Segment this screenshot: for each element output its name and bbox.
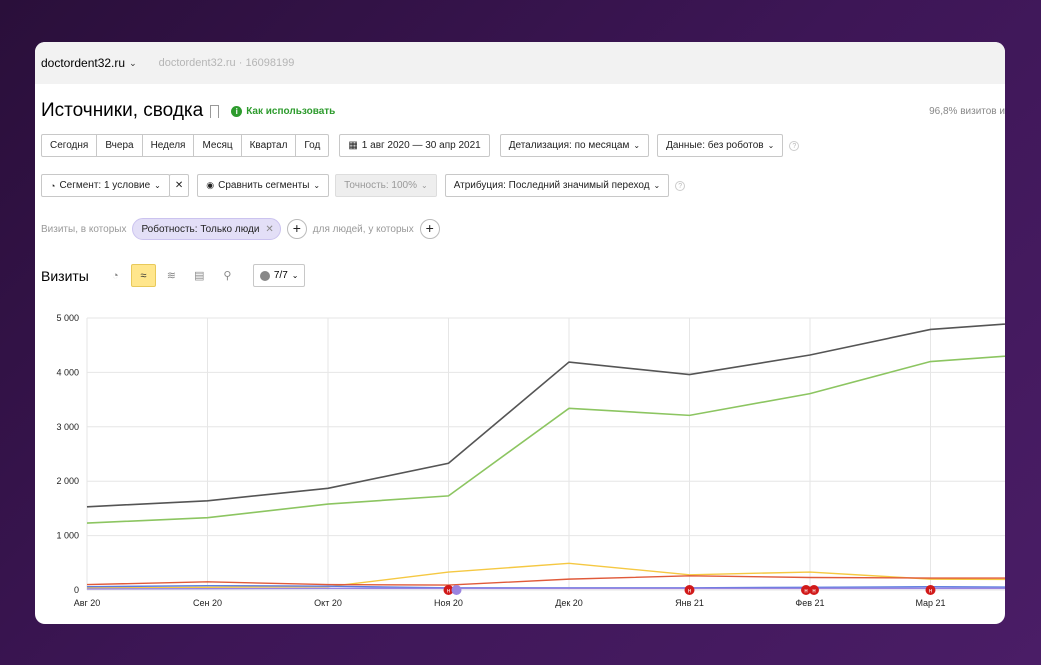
accuracy-dropdown[interactable]: Точность: 100% ⌄ — [335, 174, 437, 197]
clear-segment-button[interactable]: ✕ — [168, 174, 190, 197]
x-tick-label: Окт 20 — [314, 598, 342, 608]
y-tick-label: 3 000 — [56, 422, 79, 432]
series-line — [86, 562, 1005, 589]
bar-chart-icon[interactable]: ▤ — [187, 264, 212, 287]
series-line — [86, 587, 1005, 590]
y-tick-label: 1 000 — [56, 531, 79, 541]
counter-breadcrumb: doctordent32.ru · 16098199 — [158, 57, 295, 69]
app-window: doctordent32.ru ⌄ doctordent32.ru · 1609… — [35, 42, 1005, 624]
y-tick-label: 4 000 — [56, 367, 79, 377]
info-icon: i — [231, 105, 243, 117]
period-month-button[interactable]: Месяц — [193, 134, 242, 157]
compare-label: Сравнить сегменты — [218, 180, 310, 191]
robot-filter-tag[interactable]: Роботность: Только люди ✕ — [132, 218, 281, 240]
period-year-button[interactable]: Год — [295, 134, 330, 157]
x-tick-label: Мар 21 — [915, 598, 945, 608]
x-tick-label: Сен 20 — [193, 598, 222, 608]
chevron-down-icon: ⌄ — [767, 141, 775, 150]
compare-icon: ◉ — [206, 180, 215, 190]
visits-note: 96,8% визитов и — [929, 106, 1005, 117]
series-line — [86, 575, 1005, 586]
page-title: Источники, сводка — [41, 100, 204, 121]
attribution-label: Атрибуция: Последний значимый переход — [453, 180, 650, 191]
segment-label: Сегмент: 1 условие — [59, 180, 151, 191]
date-range-label: 1 авг 2020 — 30 апр 2021 — [361, 140, 481, 151]
chevron-down-icon: ⌄ — [154, 181, 161, 190]
map-icon[interactable]: ⚲ — [215, 264, 240, 287]
series-icon — [259, 270, 270, 281]
close-icon: ✕ — [174, 180, 184, 191]
period-today-button[interactable]: Сегодня — [41, 134, 98, 157]
filter-row: Визиты, в которых Роботность: Только люд… — [41, 218, 440, 240]
filter-prefix: Визиты, в которых — [41, 223, 127, 235]
add-people-filter-button[interactable]: + — [419, 219, 440, 239]
chevron-down-icon: ⌄ — [313, 181, 321, 190]
remove-tag-icon[interactable]: ✕ — [265, 224, 273, 235]
x-tick-label: Янв 21 — [675, 598, 704, 608]
y-tick-label: 0 — [74, 585, 79, 595]
people-filter-label: для людей, у которых — [312, 223, 414, 235]
segment-dropdown[interactable]: ◔ Сегмент: 1 условие ⌄ — [41, 174, 170, 197]
y-tick-label: 5 000 — [56, 313, 79, 323]
calendar-icon: ▦ — [348, 140, 358, 151]
period-quarter-button[interactable]: Квартал — [240, 134, 297, 157]
chevron-down-icon: ⌄ — [421, 181, 428, 190]
compare-segments-dropdown[interactable]: ◉ Сравнить сегменты ⌄ — [197, 174, 330, 197]
segment-pie-icon: ◔ — [50, 180, 56, 191]
annotation-label: н — [447, 589, 450, 595]
detail-dropdown[interactable]: Детализация: по месяцам ⌄ — [499, 134, 650, 157]
annotation-label: н — [929, 589, 932, 595]
x-tick-label: Фев 21 — [795, 598, 824, 608]
howto-label: Как использовать — [246, 105, 336, 117]
segment-marker — [451, 585, 462, 595]
help-icon[interactable]: ? — [675, 180, 686, 191]
chevron-down-icon: ⌄ — [129, 57, 137, 68]
segment-toolbar: ◔ Сегмент: 1 условие ⌄ ✕ ◉ Сравнить сегм… — [41, 174, 686, 197]
series-line — [86, 355, 1005, 524]
site-selector[interactable]: doctordent32.ru ⌄ — [41, 56, 137, 70]
pie-chart-icon[interactable]: ◔ — [103, 264, 128, 287]
top-bar: doctordent32.ru ⌄ doctordent32.ru · 1609… — [35, 42, 1005, 84]
chevron-down-icon: ⌄ — [633, 141, 641, 150]
chart-title: Визиты — [41, 267, 89, 284]
date-range-button[interactable]: ▦ 1 авг 2020 — 30 апр 2021 — [339, 134, 490, 157]
period-yesterday-button[interactable]: Вчера — [96, 134, 143, 157]
annotation-label: н — [688, 589, 691, 595]
line-chart-icon[interactable]: ≈ — [130, 264, 156, 287]
y-tick-label: 2 000 — [56, 476, 79, 486]
annotation-label: н — [812, 589, 815, 595]
bookmark-icon[interactable] — [210, 104, 220, 118]
detail-label: Детализация: по месяцам — [508, 140, 630, 151]
chevron-down-icon: ⌄ — [653, 181, 661, 190]
add-visit-filter-button[interactable]: + — [286, 219, 307, 239]
site-name: doctordent32.ru — [41, 56, 126, 70]
visits-chart[interactable]: 0 1 000 2 000 3 000 4 000 5 000 Авг 20 Сен 20 Ок… — [35, 304, 1005, 624]
period-toolbar: Сегодня Вчера Неделя Месяц Квартал Год ▦… — [41, 134, 800, 157]
help-icon[interactable]: ? — [789, 140, 800, 151]
series-selector[interactable]: 7/7 ⌄ — [252, 264, 306, 287]
x-tick-label: Дек 20 — [555, 598, 583, 608]
series-count: 7/7 — [273, 270, 288, 281]
page-header: Источники, сводка i Как использовать — [41, 100, 335, 122]
series-line — [86, 323, 1005, 508]
accuracy-label: Точность: 100% — [344, 180, 417, 191]
data-filter-label: Данные: без роботов — [666, 140, 764, 151]
x-tick-label: Ноя 20 — [434, 598, 463, 608]
robot-filter-label: Роботность: Только люди — [141, 223, 260, 235]
attribution-dropdown[interactable]: Атрибуция: Последний значимый переход ⌄ — [444, 174, 670, 197]
annotation-label: н — [804, 589, 807, 595]
data-filter-dropdown[interactable]: Данные: без роботов ⌄ — [657, 134, 784, 157]
howto-link[interactable]: i Как использовать — [231, 105, 336, 117]
period-week-button[interactable]: Неделя — [141, 134, 195, 157]
chevron-down-icon: ⌄ — [291, 271, 299, 280]
area-chart-icon[interactable]: ≋ — [159, 264, 184, 287]
chart-toolbar: Визиты ◔ ≈ ≋ ▤ ⚲ 7/7 ⌄ — [41, 264, 306, 287]
x-tick-label: Авг 20 — [74, 598, 101, 608]
period-buttons: Сегодня Вчера Неделя Месяц Квартал Год — [41, 134, 330, 157]
